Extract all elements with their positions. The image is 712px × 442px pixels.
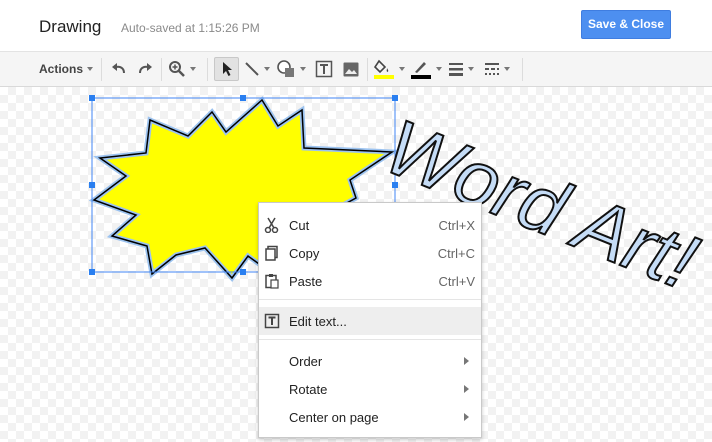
resize-handle[interactable] <box>392 95 398 101</box>
menu-item-label: Center on page <box>289 410 379 425</box>
menu-divider <box>259 299 481 300</box>
menu-item-copy[interactable]: Copy Ctrl+C <box>259 239 481 267</box>
copy-icon <box>265 245 278 261</box>
resize-handle[interactable] <box>240 95 246 101</box>
menu-item-label: Copy <box>289 246 320 261</box>
chevron-right-icon <box>464 413 469 421</box>
menu-item-label: Order <box>289 354 323 369</box>
chevron-right-icon <box>464 385 469 393</box>
menu-item-label: Cut <box>289 218 310 233</box>
menu-item-cut[interactable]: Cut Ctrl+X <box>259 211 481 239</box>
resize-handle[interactable] <box>89 182 95 188</box>
menu-item-label: Rotate <box>289 382 328 397</box>
menu-item-rotate[interactable]: Rotate <box>259 375 481 403</box>
menu-item-shortcut: Ctrl+X <box>438 218 475 233</box>
menu-item-label: Edit text... <box>289 314 347 329</box>
menu-item-shortcut: Ctrl+V <box>438 274 475 289</box>
paste-icon <box>265 274 279 289</box>
context-menu: Cut Ctrl+X Copy Ctrl+C Paste Ctrl+V Edit… <box>258 202 482 438</box>
menu-item-order[interactable]: Order <box>259 347 481 375</box>
scissors-icon <box>264 217 279 233</box>
resize-handle[interactable] <box>89 269 95 275</box>
resize-handle[interactable] <box>240 269 246 275</box>
menu-item-label: Paste <box>289 274 323 289</box>
menu-divider <box>259 339 481 340</box>
menu-item-paste[interactable]: Paste Ctrl+V <box>259 267 481 295</box>
menu-item-center-on-page[interactable]: Center on page <box>259 403 481 431</box>
menu-item-shortcut: Ctrl+C <box>437 246 475 261</box>
chevron-right-icon <box>464 357 469 365</box>
resize-handle[interactable] <box>89 95 95 101</box>
menu-item-edit-text[interactable]: Edit text... <box>259 307 481 335</box>
edit-text-icon <box>264 313 280 329</box>
